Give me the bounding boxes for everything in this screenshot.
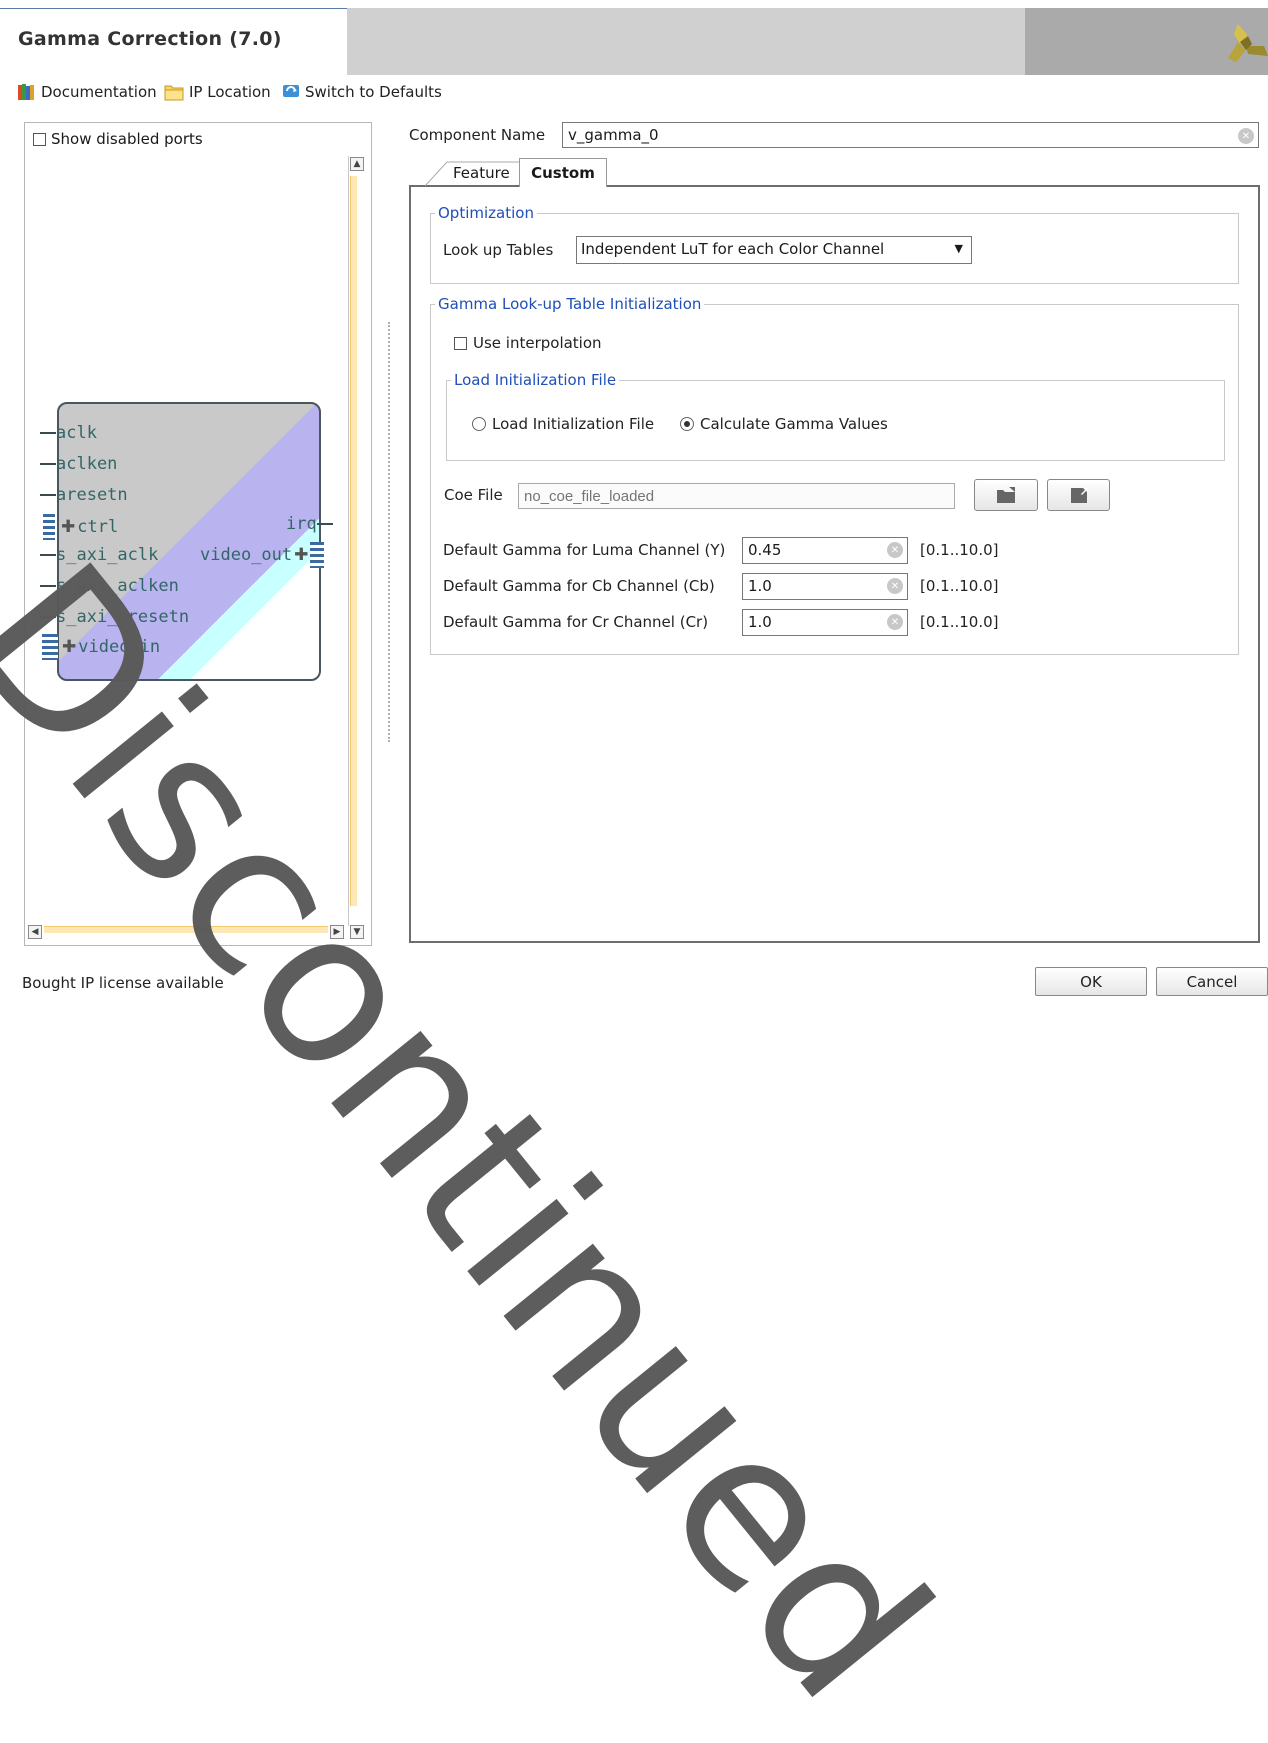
scroll-up-button[interactable]: ▲ [350, 157, 364, 171]
clear-icon[interactable]: ✕ [887, 578, 903, 594]
port-aclken: aclken [40, 454, 117, 474]
horizontal-scroll-track[interactable] [44, 926, 328, 933]
cb-label: Default Gamma for Cb Channel (Cb) [443, 577, 715, 595]
cr-input[interactable]: 1.0 [742, 609, 908, 636]
component-name-label: Component Name [409, 126, 546, 144]
lut-select[interactable]: Independent LuT for each Color Channel ▼ [576, 236, 972, 264]
scroll-right-button[interactable]: ▶ [330, 925, 344, 939]
checkbox-box[interactable] [33, 132, 46, 146]
checkbox-box[interactable] [454, 336, 467, 350]
port-s-axi-aclken: s_axi_aclken [40, 576, 179, 596]
cr-range: [0.1..10.0] [920, 613, 999, 631]
window-title: Gamma Correction (7.0) [18, 28, 282, 50]
ip-location-button[interactable]: IP Location [164, 81, 271, 103]
license-status: Bought IP license available [22, 974, 224, 992]
bus-icon [42, 634, 58, 660]
scroll-down-button[interactable]: ▼ [350, 925, 364, 939]
radio-load-init[interactable]: Load Initialization File [472, 415, 654, 433]
port-ctrl: ✚ ctrl [43, 514, 118, 540]
luma-range: [0.1..10.0] [920, 541, 999, 559]
books-icon [18, 84, 34, 100]
refresh-icon [283, 85, 299, 97]
xilinx-logo [1228, 24, 1268, 62]
vertical-scroll-track[interactable] [350, 176, 357, 906]
port-irq: irq [286, 514, 333, 534]
clear-icon[interactable]: ✕ [887, 614, 903, 630]
browse-button[interactable] [974, 479, 1038, 511]
bus-icon [43, 514, 55, 540]
documentation-label: Documentation [41, 83, 157, 101]
header-band [347, 8, 1025, 75]
expand-plus-icon: ✚ [294, 545, 309, 565]
show-disabled-ports-checkbox[interactable]: Show disabled ports [33, 130, 203, 148]
radio-calc-gamma[interactable]: Calculate Gamma Values [680, 415, 888, 433]
coe-file-input[interactable] [518, 483, 955, 509]
optimization-legend: Optimization [438, 204, 534, 222]
cr-label: Default Gamma for Cr Channel (Cr) [443, 613, 709, 631]
gamma-lut-legend: Gamma Look-up Table Initialization [438, 295, 702, 313]
luma-label: Default Gamma for Luma Channel (Y) [443, 541, 726, 559]
panel-splitter[interactable] [388, 322, 390, 742]
port-aresetn: aresetn [40, 485, 128, 505]
lut-label: Look up Tables [443, 241, 554, 259]
folder-icon [164, 85, 184, 101]
cancel-button[interactable]: Cancel [1156, 967, 1268, 996]
switch-defaults-button[interactable]: Switch to Defaults [282, 81, 442, 103]
show-disabled-ports-label: Show disabled ports [51, 130, 203, 148]
expand-plus-icon: ✚ [61, 517, 76, 537]
port-video-in: ✚ video_in [42, 634, 160, 660]
coe-file-label: Coe File [444, 486, 503, 504]
use-interpolation-checkbox[interactable]: Use interpolation [454, 334, 602, 352]
clear-icon[interactable]: ✕ [1238, 128, 1254, 144]
use-interpolation-label: Use interpolation [473, 334, 602, 352]
chevron-down-icon: ▼ [954, 242, 963, 255]
ok-button[interactable]: OK [1035, 967, 1147, 996]
expand-plus-icon: ✚ [62, 637, 77, 657]
load-init-legend: Load Initialization File [454, 371, 617, 389]
tab-custom[interactable]: Custom [519, 158, 607, 187]
bus-icon [310, 542, 325, 568]
luma-input[interactable]: 0.45 [742, 537, 908, 564]
scroll-left-button[interactable]: ◀ [28, 925, 42, 939]
open-folder-icon [997, 487, 1015, 503]
cb-input[interactable]: 1.0 [742, 573, 908, 600]
port-aclk: aclk [40, 423, 97, 443]
port-s-axi-aresetn: s_axi_aresetn [40, 607, 189, 627]
switch-defaults-label: Switch to Defaults [305, 83, 442, 101]
ip-location-label: IP Location [189, 83, 271, 101]
port-video-out: video_out ✚ [200, 542, 325, 568]
radio-circle-selected[interactable] [680, 417, 694, 431]
edit-file-button[interactable] [1047, 479, 1110, 511]
radio-circle[interactable] [472, 417, 486, 431]
port-s-axi-aclk: s_axi_aclk [40, 545, 158, 565]
tab-feature[interactable]: Feature [425, 160, 523, 186]
clear-icon[interactable]: ✕ [887, 542, 903, 558]
component-name-input[interactable]: v_gamma_0 [562, 122, 1259, 148]
documentation-button[interactable]: Documentation [16, 81, 157, 103]
cb-range: [0.1..10.0] [920, 577, 999, 595]
edit-file-icon [1070, 488, 1088, 503]
